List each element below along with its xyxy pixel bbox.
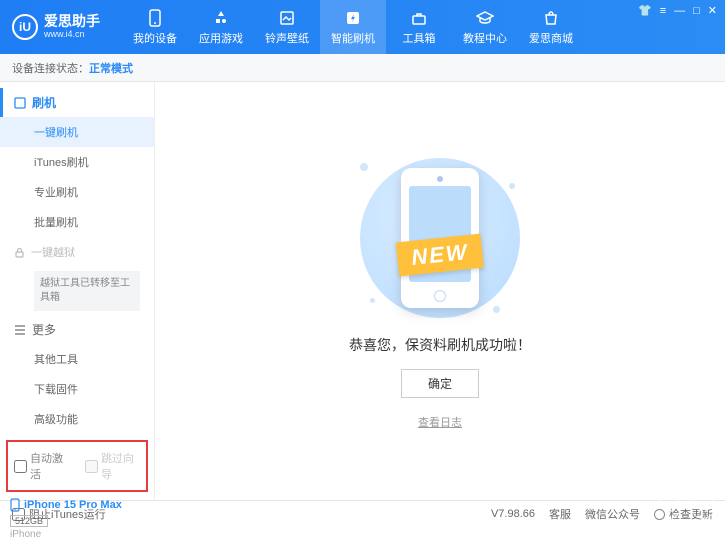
success-message: 恭喜您，保资料刷机成功啦！ <box>349 335 531 355</box>
sidebar-item-itunes[interactable]: iTunes刷机 <box>0 147 154 177</box>
header-actions <box>657 495 715 519</box>
sidebar-item-firmware[interactable]: 下载固件 <box>0 374 154 404</box>
sidebar-section-jailbreak: 一键越狱 <box>0 237 154 267</box>
sidebar-section-flash[interactable]: 刷机 <box>0 88 154 117</box>
footer-link-wechat[interactable]: 微信公众号 <box>585 506 640 522</box>
gear-icon <box>654 509 665 520</box>
window-controls: 👕 ≡ — □ ✕ <box>638 4 717 17</box>
flash-small-icon <box>14 97 26 109</box>
user-button[interactable] <box>691 495 715 519</box>
lock-icon <box>14 247 25 258</box>
ok-button[interactable]: 确定 <box>401 369 479 398</box>
minimize-button[interactable]: — <box>674 5 685 17</box>
main-content: NEW 恭喜您，保资料刷机成功啦！ 确定 查看日志 <box>155 82 725 500</box>
sidebar-item-pro[interactable]: 专业刷机 <box>0 177 154 207</box>
sidebar-item-advanced[interactable]: 高级功能 <box>0 404 154 434</box>
apps-icon <box>212 9 230 27</box>
logo-icon: iU <box>12 14 38 40</box>
close-button[interactable]: ✕ <box>708 4 717 17</box>
jailbreak-note: 越狱工具已转移至工具箱 <box>34 271 140 311</box>
status-value: 正常模式 <box>89 60 133 76</box>
main-nav: 我的设备 应用游戏 铃声壁纸 智能刷机 工具箱 教程中心 爱思商城 <box>122 0 584 54</box>
nav-toolbox[interactable]: 工具箱 <box>386 0 452 54</box>
nav-apps[interactable]: 应用游戏 <box>188 0 254 54</box>
checkbox-skip-wizard[interactable]: 跳过向导 <box>85 450 140 482</box>
view-log-link[interactable]: 查看日志 <box>418 414 462 430</box>
success-illustration: NEW <box>340 153 540 323</box>
app-url: www.i4.cn <box>44 30 100 40</box>
store-icon <box>542 9 560 27</box>
app-header: iU 爱思助手 www.i4.cn 我的设备 应用游戏 铃声壁纸 智能刷机 工具… <box>0 0 725 54</box>
maximize-button[interactable]: □ <box>693 5 700 17</box>
sidebar-item-oneclick[interactable]: 一键刷机 <box>0 117 154 147</box>
skin-button[interactable]: 👕 <box>638 4 652 17</box>
app-title: 爱思助手 <box>44 14 100 29</box>
flash-icon <box>344 9 362 27</box>
nav-my-device[interactable]: 我的设备 <box>122 0 188 54</box>
nav-flash[interactable]: 智能刷机 <box>320 0 386 54</box>
menu-button[interactable]: ≡ <box>660 5 666 17</box>
graduation-icon <box>476 9 494 27</box>
device-capacity: 512GB <box>10 515 48 527</box>
status-label: 设备连接状态： <box>12 60 89 76</box>
logo-area: iU 爱思助手 www.i4.cn <box>0 14 112 40</box>
device-info: iPhone 15 Pro Max 512GB iPhone <box>0 492 154 546</box>
checkbox-auto-activate[interactable]: 自动激活 <box>14 450 69 482</box>
phone-icon <box>146 9 164 27</box>
nav-tutorials[interactable]: 教程中心 <box>452 0 518 54</box>
nav-store[interactable]: 爱思商城 <box>518 0 584 54</box>
device-name[interactable]: iPhone 15 Pro Max <box>10 498 144 512</box>
sidebar-section-more[interactable]: 更多 <box>0 315 154 344</box>
device-type: iPhone <box>10 529 144 540</box>
footer-link-support[interactable]: 客服 <box>549 506 571 522</box>
sidebar-item-other[interactable]: 其他工具 <box>0 344 154 374</box>
version-text: V7.98.66 <box>491 508 535 520</box>
wallpaper-icon <box>278 9 296 27</box>
device-icon <box>10 498 20 512</box>
toolbox-icon <box>410 9 428 27</box>
sidebar-item-batch[interactable]: 批量刷机 <box>0 207 154 237</box>
nav-ringtones[interactable]: 铃声壁纸 <box>254 0 320 54</box>
list-icon <box>14 325 26 335</box>
status-bar: 设备连接状态： 正常模式 <box>0 54 725 82</box>
options-highlight-box: 自动激活 跳过向导 <box>6 440 148 492</box>
sidebar: 刷机 一键刷机 iTunes刷机 专业刷机 批量刷机 一键越狱 越狱工具已转移至… <box>0 82 155 500</box>
